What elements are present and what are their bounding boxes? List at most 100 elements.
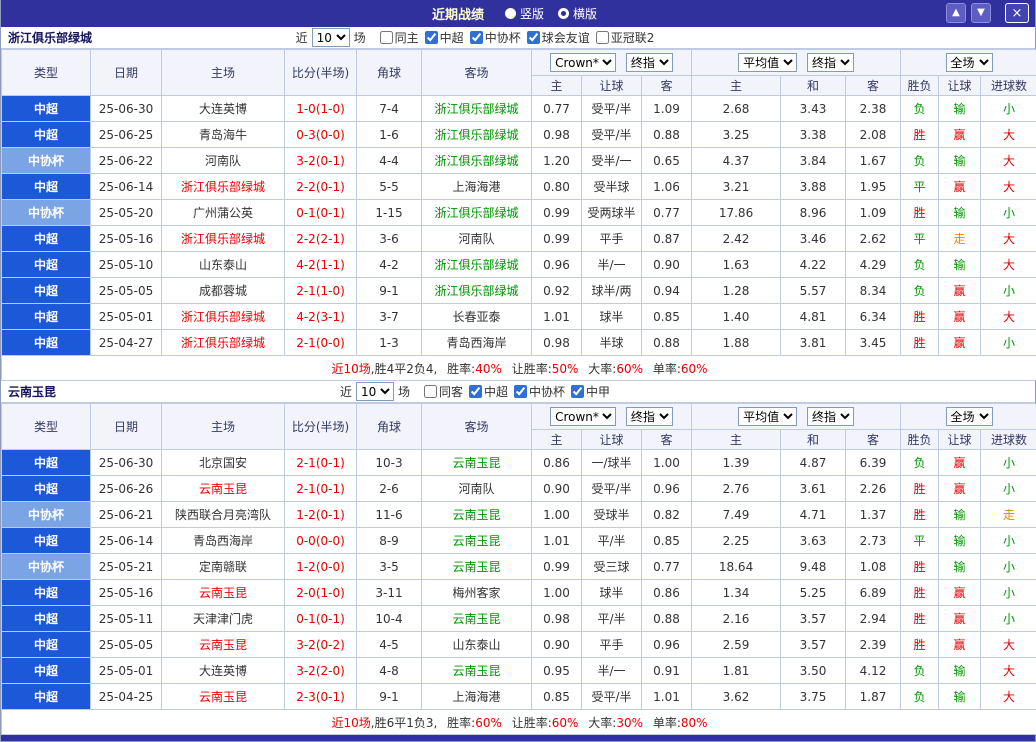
league-type-cell: 中超 bbox=[2, 278, 91, 304]
home-team[interactable]: 天津津门虎 bbox=[162, 606, 285, 632]
league-filter[interactable]: 同客 bbox=[424, 383, 463, 400]
away-team[interactable]: 云南玉昆 bbox=[422, 554, 532, 580]
home-team[interactable]: 浙江俱乐部绿城 bbox=[162, 304, 285, 330]
away-team[interactable]: 青岛西海岸 bbox=[422, 330, 532, 356]
avg-draw: 3.61 bbox=[781, 476, 846, 502]
home-team[interactable]: 云南玉昆 bbox=[162, 684, 285, 710]
odds-home: 0.99 bbox=[532, 200, 582, 226]
avg-draw: 3.38 bbox=[781, 122, 846, 148]
scroll-up-button[interactable]: ▲ bbox=[946, 3, 966, 23]
league-filter[interactable]: 球会友谊 bbox=[527, 29, 590, 46]
handicap-result-cell: 输 bbox=[939, 684, 981, 710]
home-team[interactable]: 大连英博 bbox=[162, 658, 285, 684]
match-score: 0-0(0-0) bbox=[285, 528, 357, 554]
match-row: 中超 25-06-14 青岛西海岸 0-0(0-0) 8-9 云南玉昆 1.01… bbox=[2, 528, 1036, 554]
corner-score: 4-5 bbox=[357, 632, 422, 658]
avg-time-select[interactable]: 终指 bbox=[807, 407, 854, 426]
result-cell: 负 bbox=[901, 96, 939, 122]
match-date: 25-06-30 bbox=[91, 450, 162, 476]
home-team[interactable]: 成都蓉城 bbox=[162, 278, 285, 304]
home-team[interactable]: 浙江俱乐部绿城 bbox=[162, 330, 285, 356]
goals-result-cell: 大 bbox=[981, 684, 1036, 710]
league-filter-checkbox[interactable] bbox=[470, 31, 483, 44]
odds-time-select[interactable]: 终指 bbox=[626, 53, 673, 72]
away-team[interactable]: 云南玉昆 bbox=[422, 606, 532, 632]
away-team[interactable]: 梅州客家 bbox=[422, 580, 532, 606]
bookmaker-select[interactable]: Crown* bbox=[550, 53, 616, 72]
away-team[interactable]: 河南队 bbox=[422, 476, 532, 502]
home-team[interactable]: 陕西联合月亮湾队 bbox=[162, 502, 285, 528]
close-icon: × bbox=[1012, 6, 1023, 21]
recent-count-select[interactable]: 10 bbox=[356, 382, 394, 401]
home-team[interactable]: 青岛西海岸 bbox=[162, 528, 285, 554]
avg-home: 7.49 bbox=[692, 502, 781, 528]
scope-select[interactable]: 全场 bbox=[946, 407, 993, 426]
league-filter-checkbox[interactable] bbox=[425, 31, 438, 44]
league-filter-checkbox[interactable] bbox=[596, 31, 609, 44]
away-team[interactable]: 云南玉昆 bbox=[422, 502, 532, 528]
avg-home: 1.81 bbox=[692, 658, 781, 684]
away-team[interactable]: 上海海港 bbox=[422, 684, 532, 710]
league-filter[interactable]: 中甲 bbox=[571, 383, 610, 400]
home-team[interactable]: 大连英博 bbox=[162, 96, 285, 122]
home-team[interactable]: 山东泰山 bbox=[162, 252, 285, 278]
away-team[interactable]: 云南玉昆 bbox=[422, 450, 532, 476]
home-team[interactable]: 浙江俱乐部绿城 bbox=[162, 174, 285, 200]
home-team[interactable]: 定南赣联 bbox=[162, 554, 285, 580]
match-score: 2-1(0-1) bbox=[285, 476, 357, 502]
average-select[interactable]: 平均值 bbox=[738, 53, 797, 72]
league-filter-checkbox[interactable] bbox=[424, 385, 437, 398]
away-team[interactable]: 上海海港 bbox=[422, 174, 532, 200]
away-team[interactable]: 云南玉昆 bbox=[422, 658, 532, 684]
odds-home: 0.99 bbox=[532, 226, 582, 252]
home-team[interactable]: 云南玉昆 bbox=[162, 632, 285, 658]
home-team[interactable]: 北京国安 bbox=[162, 450, 285, 476]
home-team[interactable]: 广州蒲公英 bbox=[162, 200, 285, 226]
odds-away: 0.65 bbox=[642, 148, 692, 174]
away-team[interactable]: 浙江俱乐部绿城 bbox=[422, 148, 532, 174]
league-filter-checkbox[interactable] bbox=[514, 385, 527, 398]
away-team[interactable]: 云南玉昆 bbox=[422, 528, 532, 554]
home-team[interactable]: 云南玉昆 bbox=[162, 476, 285, 502]
home-team[interactable]: 云南玉昆 bbox=[162, 580, 285, 606]
recent-count-select[interactable]: 10 bbox=[312, 28, 350, 47]
league-filter[interactable]: 中协杯 bbox=[470, 29, 521, 46]
league-filter-checkbox[interactable] bbox=[469, 385, 482, 398]
close-button[interactable]: × bbox=[1005, 3, 1029, 23]
odds-away: 0.85 bbox=[642, 304, 692, 330]
radio-selected-icon[interactable] bbox=[558, 8, 569, 19]
league-filter-checkbox[interactable] bbox=[527, 31, 540, 44]
avg-time-select[interactable]: 终指 bbox=[807, 53, 854, 72]
scope-header: 全场 bbox=[901, 404, 1036, 430]
away-team[interactable]: 河南队 bbox=[422, 226, 532, 252]
scroll-down-button[interactable]: ▼ bbox=[971, 3, 991, 23]
league-filter-checkbox[interactable] bbox=[380, 31, 393, 44]
home-team[interactable]: 浙江俱乐部绿城 bbox=[162, 226, 285, 252]
odds-time-select[interactable]: 终指 bbox=[626, 407, 673, 426]
avg-away: 2.08 bbox=[846, 122, 901, 148]
avg-away: 2.38 bbox=[846, 96, 901, 122]
home-team[interactable]: 河南队 bbox=[162, 148, 285, 174]
view-option-vertical[interactable]: 竖版 bbox=[505, 5, 544, 22]
away-team[interactable]: 长春亚泰 bbox=[422, 304, 532, 330]
bookmaker-select[interactable]: Crown* bbox=[550, 407, 616, 426]
away-team[interactable]: 浙江俱乐部绿城 bbox=[422, 122, 532, 148]
away-team[interactable]: 浙江俱乐部绿城 bbox=[422, 278, 532, 304]
result-cell: 胜 bbox=[901, 502, 939, 528]
league-filter[interactable]: 亚冠联2 bbox=[596, 29, 655, 46]
away-team[interactable]: 山东泰山 bbox=[422, 632, 532, 658]
average-select[interactable]: 平均值 bbox=[738, 407, 797, 426]
scope-select[interactable]: 全场 bbox=[946, 53, 993, 72]
league-filter[interactable]: 中超 bbox=[469, 383, 508, 400]
radio-unselected-icon[interactable] bbox=[505, 8, 516, 19]
league-filter[interactable]: 中超 bbox=[425, 29, 464, 46]
away-team[interactable]: 浙江俱乐部绿城 bbox=[422, 200, 532, 226]
league-filter[interactable]: 同主 bbox=[380, 29, 419, 46]
league-filter[interactable]: 中协杯 bbox=[514, 383, 565, 400]
home-team[interactable]: 青岛海牛 bbox=[162, 122, 285, 148]
avg-away: 1.95 bbox=[846, 174, 901, 200]
away-team[interactable]: 浙江俱乐部绿城 bbox=[422, 96, 532, 122]
view-option-horizontal[interactable]: 横版 bbox=[558, 5, 597, 22]
away-team[interactable]: 浙江俱乐部绿城 bbox=[422, 252, 532, 278]
league-filter-checkbox[interactable] bbox=[571, 385, 584, 398]
